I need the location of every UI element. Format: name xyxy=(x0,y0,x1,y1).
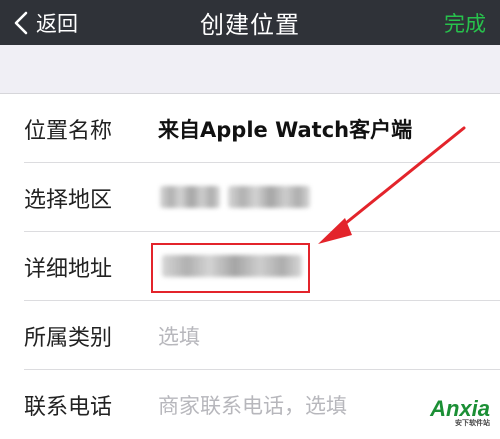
arrow-annotation-icon xyxy=(318,126,466,244)
watermark-logo: Anxia 安下软件站 xyxy=(430,396,490,428)
